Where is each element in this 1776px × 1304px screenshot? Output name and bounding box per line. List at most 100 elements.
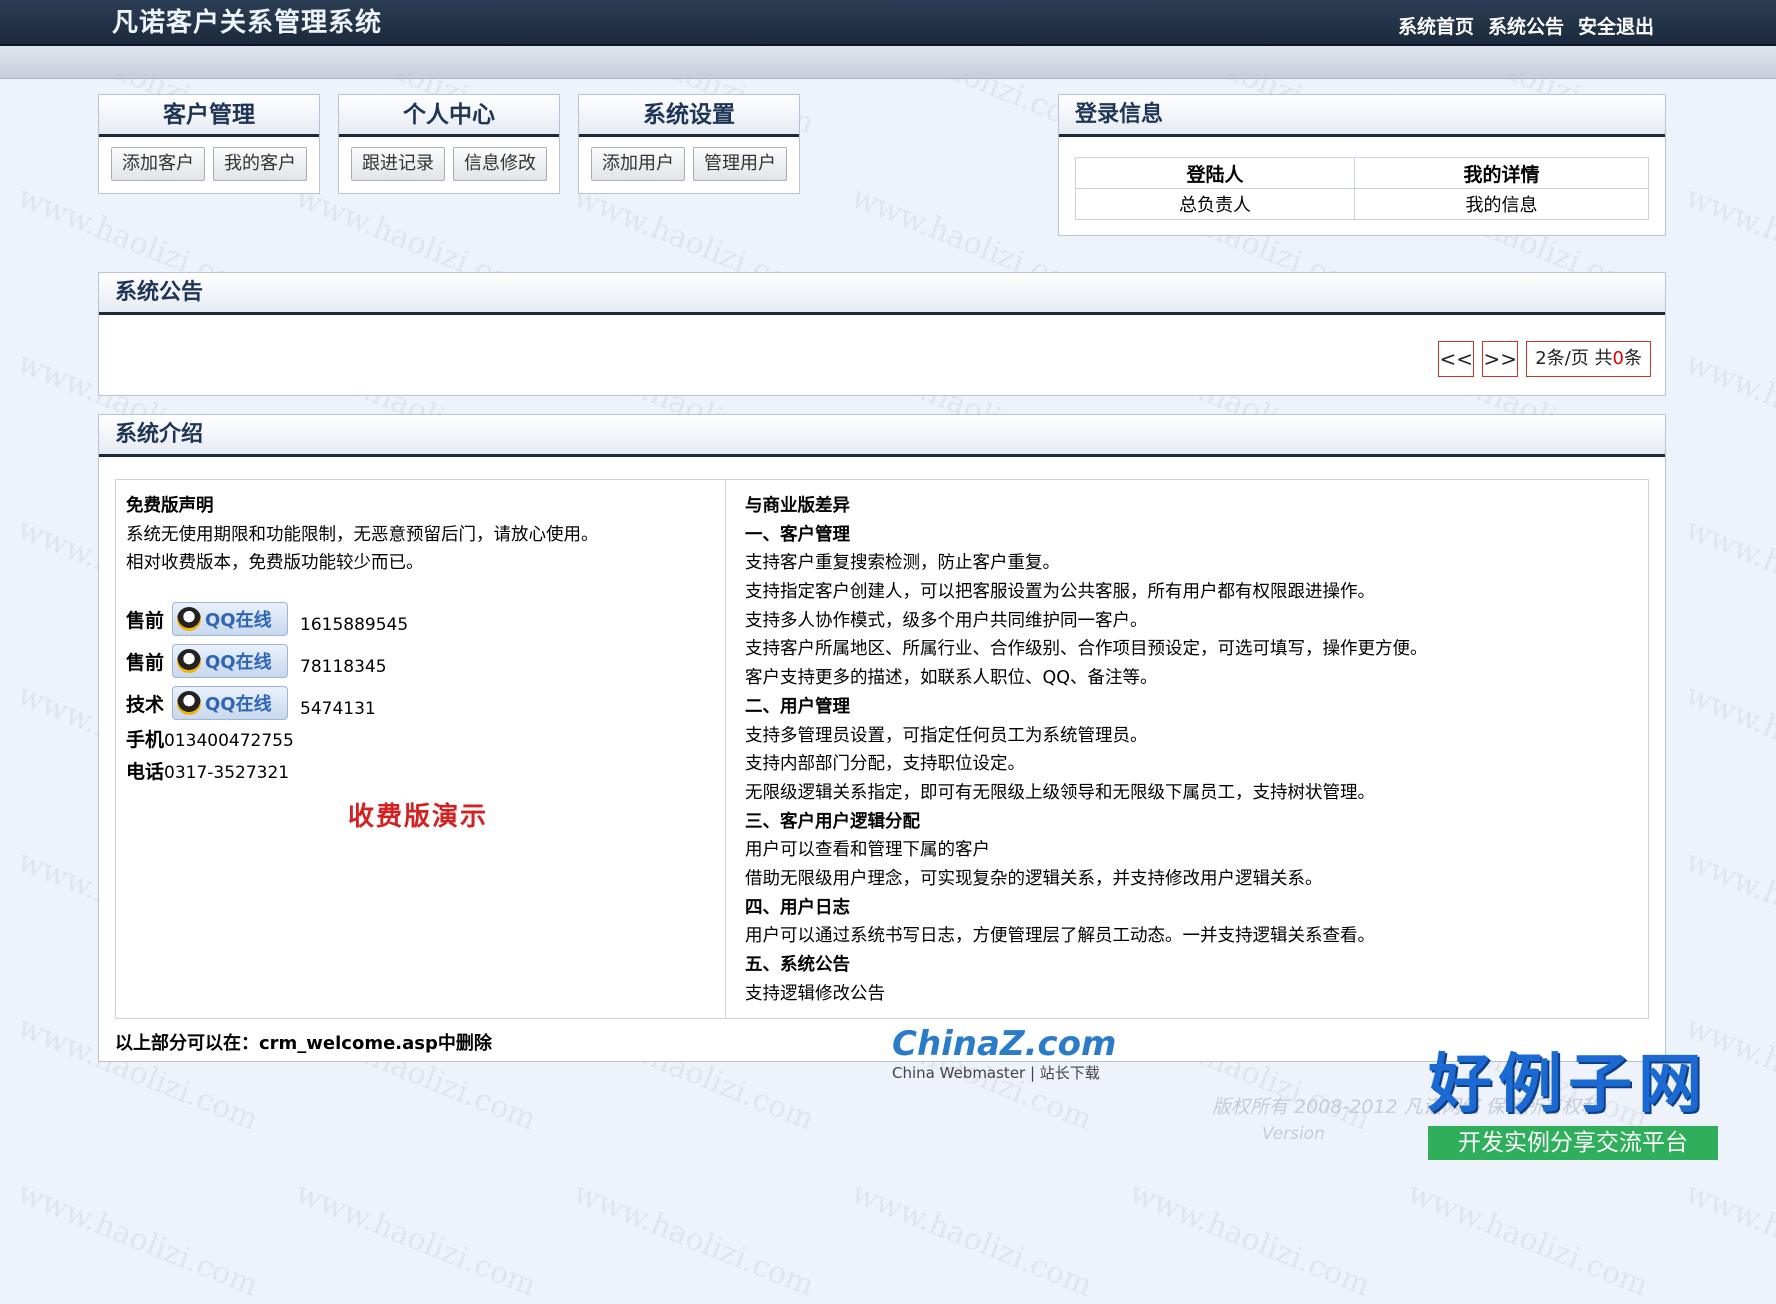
- qq-button-label: QQ在线: [205, 610, 272, 632]
- watermark-text: www.haolizi.com: [12, 1175, 263, 1304]
- prev-page-button[interactable]: <<: [1438, 341, 1475, 377]
- edit-info-button[interactable]: 信息修改: [453, 147, 547, 181]
- contact-row: 技术 QQ在线 5474131: [126, 682, 725, 724]
- chinaz-subtitle: China Webmaster | 站长下载: [892, 1064, 1100, 1082]
- watermark-text: www.haolizi.com: [1680, 511, 1776, 640]
- qq-button-label: QQ在线: [205, 652, 272, 674]
- contact-label: 售前: [126, 651, 165, 674]
- free-edition-line: 相对收费版本，免费版功能较少而已。: [126, 553, 424, 574]
- page-size-text: 2条/页 共: [1535, 348, 1613, 369]
- login-info-title: 登录信息: [1059, 95, 1665, 137]
- watermark-text: www.haolizi.com: [568, 1175, 819, 1304]
- phone-number: 0317-3527321: [164, 763, 290, 784]
- menu-customer-panel: 客户管理 添加客户 我的客户: [98, 94, 320, 194]
- qq-online-button[interactable]: QQ在线: [172, 644, 288, 679]
- top-nav: 系统首页 系统公告 安全退出: [1398, 12, 1654, 39]
- watermark-text: www.haolizi.com: [1124, 1175, 1375, 1304]
- phone-label: 电话: [126, 761, 165, 784]
- diff-item: 无限级逻辑关系指定，即可有无限级上级领导和无限级下属员工，支持树状管理。: [745, 782, 1375, 803]
- version-text: Version: [1262, 1124, 1325, 1144]
- diff-item: 支持逻辑修改公告: [745, 983, 885, 1004]
- add-user-button[interactable]: 添加用户: [591, 147, 685, 181]
- watermark-text: www.haolizi.com: [290, 1175, 541, 1304]
- diff-item: 支持指定客户创建人，可以把客服设置为公共客服，所有用户都有权限跟进操作。: [745, 582, 1375, 603]
- watermark-text: www.haolizi.com: [846, 1175, 1097, 1304]
- chinaz-watermark-logo: ChinaZ.com China Webmaster | 站长下载: [892, 1026, 1116, 1083]
- commercial-diff-column: 与商业版差异 一、客户管理支持客户重复搜索检测，防止客户重复。支持指定客户创建人…: [737, 480, 1428, 1008]
- my-info-link[interactable]: 我的信息: [1354, 188, 1649, 220]
- menu-personal-title: 个人中心: [339, 95, 559, 137]
- page-info: 2条/页 共0条: [1526, 341, 1651, 377]
- mobile-row: 手机013400472755: [126, 724, 725, 756]
- diff-section-heading: 二、用户管理: [745, 696, 850, 717]
- diff-item: 支持客户所属地区、所属行业、合作级别、合作项目预设定，可选可填写，操作更方便。: [745, 639, 1428, 660]
- free-edition-line: 系统无使用期限和功能限制，无恶意预留后门，请放心使用。: [126, 524, 599, 545]
- mobile-number: 013400472755: [164, 731, 294, 752]
- watermark-text: www.haolizi.com: [1402, 1175, 1653, 1304]
- my-customers-button[interactable]: 我的客户: [213, 147, 307, 181]
- contact-row: 售前 QQ在线 78118345: [126, 640, 725, 682]
- header-bar: 凡诺客户关系管理系统 系统首页 系统公告 安全退出: [0, 0, 1776, 46]
- menu-customer-title: 客户管理: [99, 95, 319, 137]
- record-unit: 条: [1624, 348, 1642, 369]
- haolizi-logo: 好例子网 开发实例分享交流平台: [1428, 1048, 1718, 1160]
- diff-section-heading: 三、客户用户逻辑分配: [745, 811, 920, 832]
- record-count: 0: [1612, 348, 1624, 369]
- free-edition-column: 免费版声明 系统无使用期限和功能限制，无恶意预留后门，请放心使用。 相对收费版本…: [116, 480, 726, 1018]
- commercial-diff-heading: 与商业版差异: [745, 496, 850, 516]
- nav-home-link[interactable]: 系统首页: [1398, 12, 1474, 39]
- qq-online-button[interactable]: QQ在线: [172, 686, 288, 721]
- watermark-text: www.haolizi.com: [1680, 1175, 1776, 1304]
- diff-item: 客户支持更多的描述，如联系人职位、QQ、备注等。: [745, 668, 1158, 689]
- manage-users-button[interactable]: 管理用户: [693, 147, 787, 181]
- announcement-title: 系统公告: [99, 273, 1665, 315]
- diff-item: 支持内部部门分配，支持职位设定。: [745, 754, 1025, 775]
- nav-announcement-link[interactable]: 系统公告: [1488, 12, 1564, 39]
- intro-content-box: 免费版声明 系统无使用期限和功能限制，无恶意预留后门，请放心使用。 相对收费版本…: [115, 479, 1649, 1082]
- diff-section-heading: 五、系统公告: [745, 955, 850, 975]
- menu-settings-panel: 系统设置 添加用户 管理用户: [578, 94, 800, 194]
- chinaz-title: ChinaZ.com: [892, 1024, 1117, 1064]
- add-customer-button[interactable]: 添加客户: [111, 147, 205, 181]
- login-user-header: 登陆人: [1074, 157, 1356, 189]
- menu-personal-panel: 个人中心 跟进记录 信息修改: [338, 94, 560, 194]
- qq-penguin-icon: [177, 607, 201, 632]
- commercial-diff-list: 一、客户管理支持客户重复搜索检测，防止客户重复。支持指定客户创建人，可以把客服设…: [745, 521, 1428, 1009]
- mobile-label: 手机: [126, 729, 165, 752]
- qq-number: 1615889545: [300, 615, 409, 636]
- my-details-header: 我的详情: [1354, 157, 1649, 189]
- intro-panel: 系统介绍 免费版声明 系统无使用期限和功能限制，无恶意预留后门，请放心使用。 相…: [98, 414, 1666, 1082]
- contact-row: 售前 QQ在线 1615889545: [126, 598, 725, 640]
- login-info-panel: 登录信息 登陆人 我的详情 总负责人 我的信息: [1058, 94, 1666, 236]
- qq-online-button[interactable]: QQ在线: [172, 602, 288, 637]
- haolizi-logo-title: 好例子网: [1428, 1048, 1708, 1122]
- watermark-text: www.haolizi.com: [1680, 843, 1776, 972]
- follow-records-button[interactable]: 跟进记录: [351, 147, 445, 181]
- haolizi-logo-slogan: 开发实例分享交流平台: [1428, 1126, 1718, 1160]
- qq-number: 5474131: [300, 699, 376, 720]
- delete-footnote: 以上部分可以在：crm_welcome.asp中删除: [115, 1033, 492, 1054]
- diff-section-heading: 四、用户日志: [745, 897, 850, 918]
- diff-item: 支持客户重复搜索检测，防止客户重复。: [745, 553, 1060, 574]
- watermark-text: www.haolizi.com: [1680, 345, 1776, 474]
- contact-label: 技术: [126, 693, 165, 716]
- qq-number: 78118345: [300, 657, 387, 678]
- watermark-text: www.haolizi.com: [1680, 179, 1776, 308]
- qq-penguin-icon: [177, 691, 201, 716]
- nav-logout-link[interactable]: 安全退出: [1578, 12, 1654, 39]
- diff-item: 支持多管理员设置，可指定任何员工为系统管理员。: [745, 725, 1148, 746]
- login-user-value: 总负责人: [1074, 188, 1356, 220]
- paid-demo-link[interactable]: 收费版演示: [348, 796, 488, 833]
- menu-settings-title: 系统设置: [579, 95, 799, 137]
- phone-row: 电话0317-3527321: [126, 756, 725, 788]
- intro-title: 系统介绍: [99, 415, 1665, 457]
- contact-label: 售前: [126, 609, 165, 632]
- diff-section-heading: 一、客户管理: [745, 524, 850, 545]
- login-info-table: 登陆人 我的详情 总负责人 我的信息: [1074, 157, 1649, 220]
- app-title: 凡诺客户关系管理系统: [112, 8, 383, 38]
- diff-item: 用户可以通过系统书写日志，方便管理层了解员工动态。一并支持逻辑关系查看。: [745, 926, 1375, 947]
- diff-item: 支持多人协作模式，级多个用户共同维护同一客户。: [745, 610, 1148, 631]
- header-subbar: [0, 46, 1776, 79]
- announcement-panel: 系统公告 << >> 2条/页 共0条: [98, 272, 1666, 396]
- next-page-button[interactable]: >>: [1482, 341, 1519, 377]
